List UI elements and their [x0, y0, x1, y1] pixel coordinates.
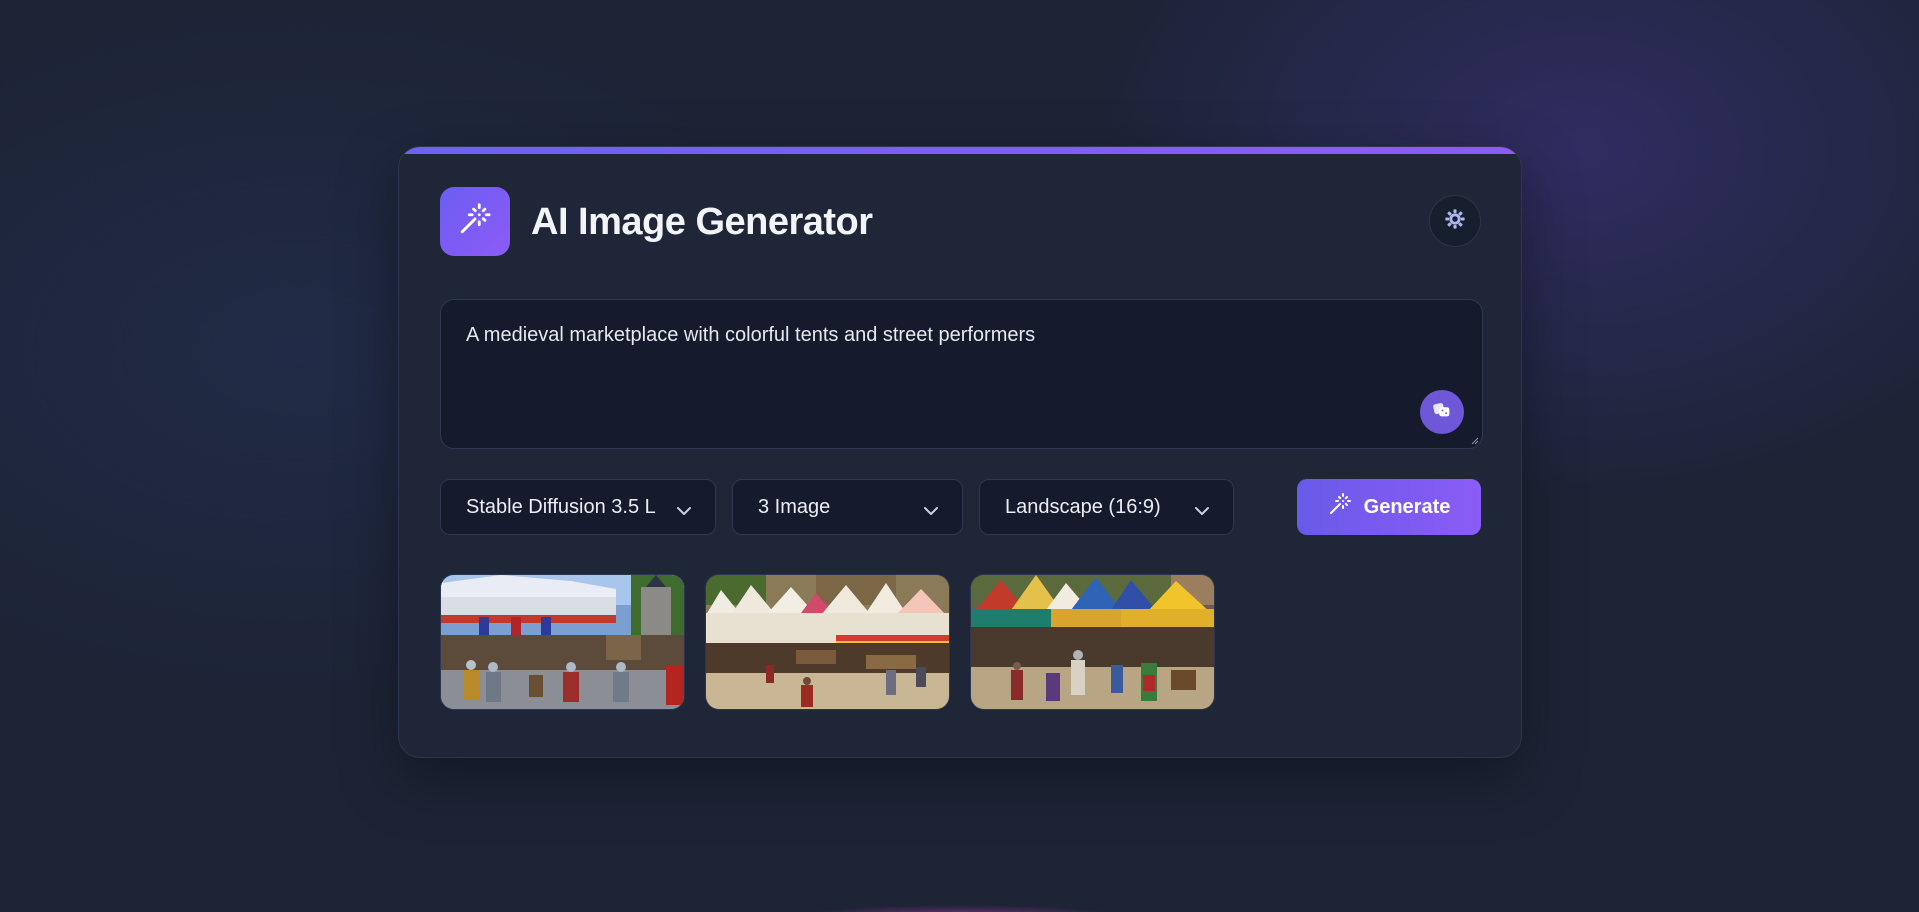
- magic-wand-sparkles-icon: [458, 202, 492, 241]
- generate-button[interactable]: Generate: [1297, 479, 1481, 535]
- generated-image-3[interactable]: [970, 574, 1215, 710]
- aspect-ratio-value: Landscape (16:9): [1005, 495, 1161, 518]
- aspect-ratio-select[interactable]: Landscape (16:9): [979, 479, 1234, 535]
- image-gallery: [440, 574, 1481, 710]
- prompt-text[interactable]: A medieval marketplace with colorful ten…: [466, 324, 1035, 347]
- image-count-value: 3 Image: [758, 495, 831, 518]
- controls-row: Stable Diffusion 3.5 L 3 Image Landscape…: [440, 479, 1481, 536]
- dice-icon: [1431, 399, 1453, 426]
- card-accent-bar: [399, 147, 1521, 154]
- generator-card: AI Image Generator A medieval marketplac…: [398, 146, 1522, 758]
- generated-image-2[interactable]: [705, 574, 950, 710]
- generated-image-1[interactable]: [440, 574, 685, 710]
- bottom-glow: [800, 905, 1120, 912]
- model-select-value: Stable Diffusion 3.5 L: [466, 495, 656, 518]
- generate-button-label: Generate: [1363, 495, 1451, 518]
- header: AI Image Generator: [440, 187, 1481, 257]
- theme-toggle-button[interactable]: [1429, 195, 1481, 247]
- app-logo: [440, 187, 510, 256]
- model-select[interactable]: Stable Diffusion 3.5 L: [440, 479, 716, 535]
- chevron-down-icon: [675, 501, 693, 524]
- chevron-down-icon: [1193, 501, 1211, 524]
- image-count-select[interactable]: 3 Image: [732, 479, 963, 535]
- sun-gear-icon: [1444, 208, 1466, 235]
- random-prompt-button[interactable]: [1420, 390, 1464, 434]
- resize-grip-icon[interactable]: [1471, 437, 1479, 445]
- magic-wand-icon: [1328, 492, 1352, 522]
- chevron-down-icon: [922, 501, 940, 524]
- prompt-textarea[interactable]: A medieval marketplace with colorful ten…: [440, 299, 1483, 449]
- page-title: AI Image Generator: [531, 201, 873, 243]
